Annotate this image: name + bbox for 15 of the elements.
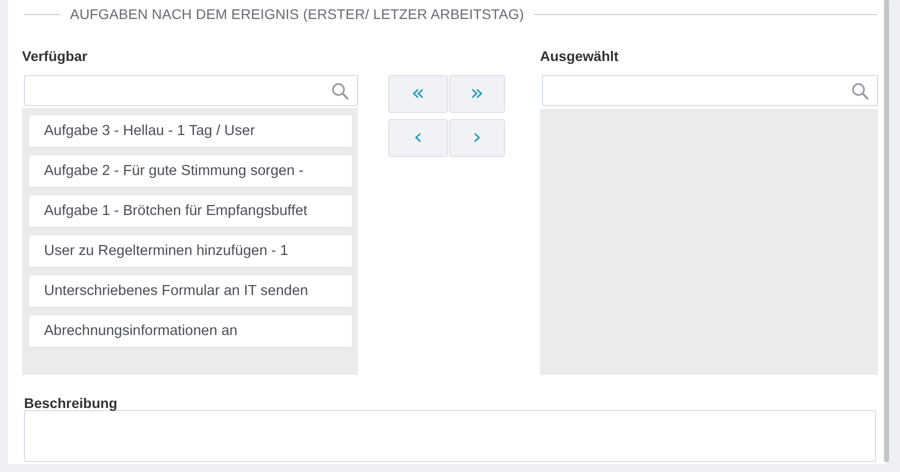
search-field[interactable]	[542, 75, 878, 106]
column-label: Verfügbar	[22, 48, 88, 66]
list-item[interactable]: Aufgabe 3 - Hellau - 1 Tag / User	[28, 114, 353, 148]
list-item[interactable]: Abrechnungsinformationen an	[28, 314, 353, 348]
list-item[interactable]: Aufgabe 2 - Für gute Stimmung sorgen -	[28, 154, 353, 188]
list-item[interactable]: Aufgabe 1 - Brötchen für Empfangsbuffet	[28, 194, 353, 228]
description-field[interactable]	[24, 410, 876, 462]
field-label: Beschreibung	[24, 395, 118, 410]
column-label: Ausgewählt	[540, 48, 620, 66]
search-icon	[331, 82, 349, 100]
list-item[interactable]: User zu Regelterminen hinzufügen - 1	[28, 234, 353, 268]
search-icon	[851, 82, 869, 100]
search-field[interactable]	[24, 75, 358, 106]
list-item[interactable]: Unterschriebenes Formular an IT senden	[28, 274, 353, 308]
section-title: AUFGABEN NACH DEM EREIGNIS (ERSTER/ LETZER ARBEITSTAG)	[70, 6, 524, 22]
